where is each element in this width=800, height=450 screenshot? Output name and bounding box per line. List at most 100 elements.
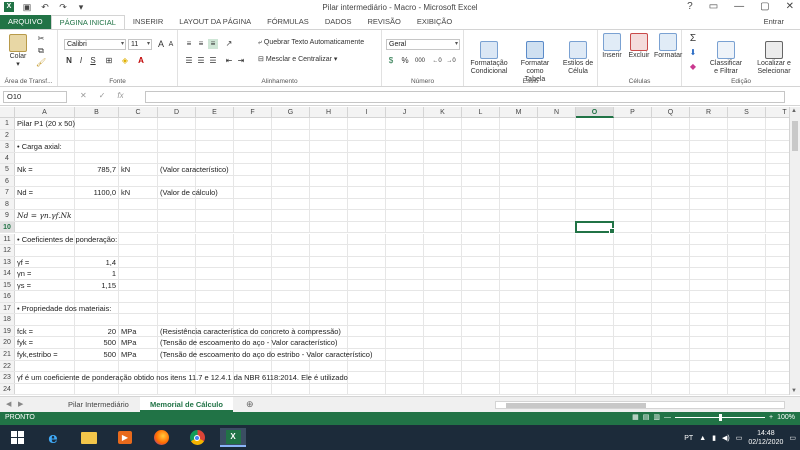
excel-taskbar-icon[interactable]: X xyxy=(220,428,246,447)
cell-b14[interactable]: 1 xyxy=(75,268,116,279)
underline-button[interactable]: S xyxy=(88,56,98,66)
increase-indent-icon[interactable]: ⇥ xyxy=(236,56,246,66)
zoom-out-button[interactable]: — xyxy=(664,414,671,421)
autosum-icon[interactable]: Σ xyxy=(688,34,698,44)
column-header-t[interactable]: T xyxy=(766,107,789,118)
cell-a9[interactable]: Nd = γn.γf.Nk xyxy=(17,210,72,221)
tab-home[interactable]: PÁGINA INICIAL xyxy=(50,15,125,29)
select-all-corner[interactable] xyxy=(0,107,15,118)
cell-a20[interactable]: fyk = xyxy=(17,337,33,348)
cell-d5[interactable]: (Valor característico) xyxy=(160,164,229,175)
firefox-icon[interactable] xyxy=(148,428,174,447)
zoom-slider[interactable] xyxy=(675,413,765,421)
maximize-button[interactable]: ▢ xyxy=(760,1,769,12)
tab-formulas[interactable]: FÓRMULAS xyxy=(259,15,317,29)
clear-icon[interactable]: ◆ xyxy=(688,62,698,72)
row-header[interactable]: 6 xyxy=(0,175,15,187)
cell-c5[interactable]: kN xyxy=(121,164,130,175)
conditional-formatting-button[interactable]: Formatação Condicional xyxy=(468,33,510,76)
battery-icon[interactable]: ▭ xyxy=(736,434,743,442)
sheet-tab-memorial[interactable]: Memorial de Cálculo xyxy=(140,397,233,412)
format-painter-icon[interactable]: 🖌 xyxy=(36,58,46,68)
column-header-s[interactable]: S xyxy=(728,107,766,118)
row-header[interactable]: 5 xyxy=(0,164,15,175)
column-header-b[interactable]: B xyxy=(75,107,119,118)
column-header-g[interactable]: G xyxy=(272,107,310,118)
column-header-i[interactable]: I xyxy=(348,107,386,118)
cell-styles-button[interactable]: Estilos de Célula xyxy=(560,33,596,76)
row-header[interactable]: 23 xyxy=(0,372,15,383)
row-header[interactable]: 19 xyxy=(0,325,15,337)
enter-icon[interactable]: ✓ xyxy=(99,91,106,100)
help-button[interactable]: ? xyxy=(687,1,693,12)
column-header-e[interactable]: E xyxy=(196,107,234,118)
row-header[interactable]: 21 xyxy=(0,349,15,360)
cell-d20[interactable]: (Tensão de escoamento do aço - Valor car… xyxy=(160,337,337,348)
cell-b21[interactable]: 500 xyxy=(75,349,116,360)
italic-button[interactable]: I xyxy=(76,56,86,66)
tab-insert[interactable]: INSERIR xyxy=(125,15,171,29)
vertical-scroll-thumb[interactable] xyxy=(792,121,798,151)
cell-b7[interactable]: 1100,0 xyxy=(75,187,116,198)
increase-font-icon[interactable]: A xyxy=(156,39,166,49)
cell-c20[interactable]: MPa xyxy=(121,337,136,348)
row-header[interactable]: 15 xyxy=(0,279,15,291)
copy-icon[interactable]: ⧉ xyxy=(36,46,46,56)
ribbon-display-button[interactable]: ▭ xyxy=(709,1,718,12)
column-header-c[interactable]: C xyxy=(119,107,158,118)
cell-a15[interactable]: γs = xyxy=(17,280,31,291)
cell-a21[interactable]: fyk,estribo = xyxy=(17,349,58,360)
sheet-tab-pilar[interactable]: Pilar Intermediário xyxy=(58,397,139,412)
normal-view-icon[interactable]: ▦ xyxy=(632,413,639,421)
row-header[interactable]: 9 xyxy=(0,210,15,221)
horizontal-scrollbar[interactable] xyxy=(495,401,785,409)
column-header-a[interactable]: A xyxy=(15,107,75,118)
format-cells-button[interactable]: Formatar xyxy=(654,33,682,60)
font-color-icon[interactable]: A xyxy=(136,56,146,66)
align-middle-icon[interactable]: ≡ xyxy=(196,39,206,49)
minimize-button[interactable]: — xyxy=(734,1,744,12)
orientation-icon[interactable]: ↗ xyxy=(224,39,234,49)
row-header[interactable]: 13 xyxy=(0,256,15,268)
column-header-d[interactable]: D xyxy=(158,107,196,118)
cell-b19[interactable]: 20 xyxy=(75,326,116,337)
cut-icon[interactable]: ✂ xyxy=(36,34,46,44)
align-right-icon[interactable]: ☰ xyxy=(208,56,218,66)
row-header[interactable]: 12 xyxy=(0,245,15,256)
increase-decimal-icon[interactable]: ←0 xyxy=(432,56,442,66)
row-header[interactable]: 16 xyxy=(0,291,15,302)
currency-icon[interactable]: $ xyxy=(386,56,396,66)
tab-data[interactable]: DADOS xyxy=(317,15,360,29)
sort-filter-button[interactable]: Classificar e Filtrar xyxy=(704,33,748,76)
cancel-icon[interactable]: ✕ xyxy=(80,91,87,100)
chrome-icon[interactable] xyxy=(184,428,210,447)
notifications-icon[interactable]: ▭ xyxy=(789,434,796,442)
language-indicator[interactable]: PT xyxy=(684,435,693,442)
cell-d21[interactable]: (Tensão de escoamento do aço do estribo … xyxy=(160,349,372,360)
font-size-select[interactable]: 11 ▾ xyxy=(128,39,152,50)
internet-explorer-icon[interactable]: e xyxy=(40,428,66,447)
align-bottom-icon[interactable]: ≡ xyxy=(208,39,218,49)
row-header[interactable]: 1 xyxy=(0,118,15,129)
cell-d19[interactable]: (Resistência característica do concreto … xyxy=(160,326,341,337)
find-select-button[interactable]: Localizar e Selecionar xyxy=(752,33,796,76)
bold-button[interactable]: N xyxy=(64,56,74,66)
font-name-select[interactable]: Calibri ▾ xyxy=(64,39,126,50)
row-header[interactable]: 22 xyxy=(0,360,15,372)
fill-color-icon[interactable]: ◈ xyxy=(120,56,130,66)
column-header-p[interactable]: P xyxy=(614,107,652,118)
formula-input[interactable] xyxy=(145,91,785,103)
new-sheet-icon[interactable]: ⊕ xyxy=(246,399,254,410)
row-header[interactable]: 3 xyxy=(0,141,15,152)
network-icon[interactable]: ▮ xyxy=(712,434,716,442)
column-header-h[interactable]: H xyxy=(310,107,348,118)
column-header-n[interactable]: N xyxy=(538,107,576,118)
column-header-o[interactable]: O xyxy=(576,107,614,118)
clock[interactable]: 14:48 02/12/2020 xyxy=(748,429,783,447)
vertical-scrollbar[interactable]: ▲ ▼ xyxy=(789,107,800,395)
row-header[interactable]: 2 xyxy=(0,129,15,141)
row-header[interactable]: 17 xyxy=(0,302,15,314)
merge-center-button[interactable]: ⊟ Mesclar e Centralizar ▾ xyxy=(258,56,337,64)
column-header-q[interactable]: Q xyxy=(652,107,690,118)
file-explorer-icon[interactable] xyxy=(76,428,102,447)
